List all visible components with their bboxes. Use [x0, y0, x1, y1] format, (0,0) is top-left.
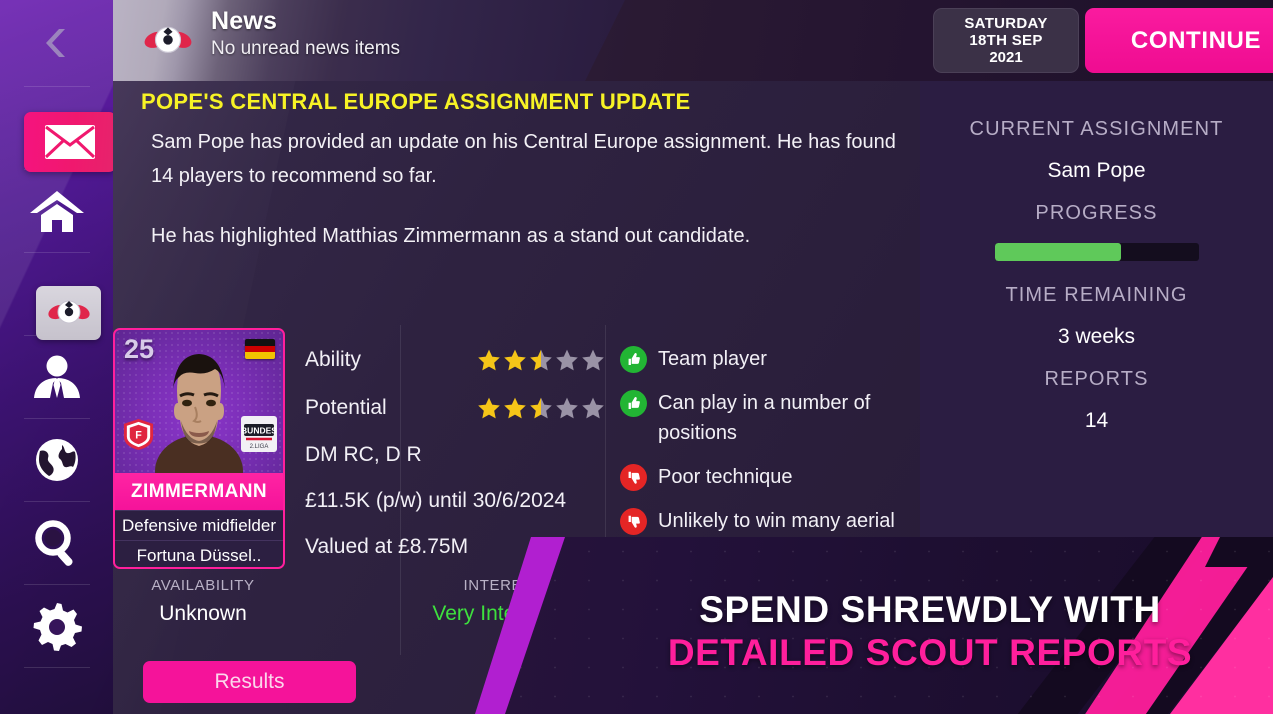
header-club-badge — [140, 13, 196, 69]
player-shirt-number: 25 — [124, 334, 155, 364]
sidebar-item-home[interactable] — [0, 170, 113, 252]
star-half-icon — [530, 397, 552, 419]
star-empty-icon — [582, 349, 604, 371]
svg-text:2.LIGA: 2.LIGA — [250, 444, 269, 450]
star-full-icon — [478, 349, 500, 371]
sidebar-item-staff[interactable] — [0, 336, 113, 418]
date-year: 2021 — [989, 48, 1023, 66]
trait-item: Poor technique — [620, 462, 920, 492]
thumbs-down-icon — [620, 508, 647, 535]
home-icon — [29, 191, 84, 232]
star-full-icon — [504, 349, 526, 371]
ability-label: Ability — [305, 348, 362, 371]
trait-label: Can play in a number of positions — [658, 392, 871, 444]
reports-label: REPORTS — [1044, 368, 1149, 390]
player-attributes: Ability Potential DM RC, D R £11.5K (p/w… — [305, 336, 605, 570]
ability-stars — [477, 348, 605, 372]
trait-item: Can play in a number of positions — [620, 388, 920, 448]
news-headline: POPE'S CENTRAL EUROPE ASSIGNMENT UPDATE — [141, 89, 691, 114]
top-bar: News No unread news items SATURDAY 18TH … — [113, 0, 1273, 81]
sidebar-item-back[interactable] — [0, 0, 113, 86]
stat-label: AVAILABILITY — [151, 577, 255, 594]
star-half-icon — [530, 349, 552, 371]
news-subtitle: No unread news items — [211, 38, 401, 59]
magnifier-icon — [34, 520, 73, 566]
bundesliga-2-logo-icon: BUNDES 2.LIGA — [241, 416, 277, 452]
thumbs-up-icon — [620, 390, 647, 417]
person-tie-icon — [33, 355, 80, 398]
player-position: Defensive midfielder — [115, 510, 283, 540]
svg-text:BUNDES: BUNDES — [242, 426, 276, 436]
star-full-icon — [504, 397, 526, 419]
sidebar-item-club[interactable] — [36, 286, 101, 340]
globe-icon — [35, 439, 78, 481]
potential-row: Potential — [305, 384, 605, 432]
news-body: Sam Pope has provided an update on his C… — [151, 125, 911, 253]
trait-label: Team player — [658, 348, 767, 370]
news-header-panel: News No unread news items — [113, 0, 625, 81]
promo-overlay: SPEND SHREWDLY WITH DETAILED SCOUT REPOR… — [470, 537, 1273, 714]
player-photo-area: 25 F BUNDES 2.LIGA — [115, 330, 283, 473]
mail-icon — [44, 125, 96, 159]
main-sidebar — [0, 0, 113, 714]
potential-stars — [477, 396, 605, 420]
player-surname: ZIMMERMANN — [115, 473, 283, 510]
stat-value: Unknown — [159, 602, 247, 625]
thumbs-down-icon — [620, 464, 647, 491]
time-remaining-label: TIME REMAINING — [1005, 284, 1188, 306]
current-assignment-label: CURRENT ASSIGNMENT — [969, 118, 1224, 140]
germany-flag-icon — [245, 339, 275, 359]
rb-leipzig-badge-icon — [144, 26, 192, 53]
player-positions: DM RC, D R — [305, 443, 422, 466]
trait-item: Team player — [620, 344, 920, 374]
date-chip[interactable]: SATURDAY 18TH SEP 2021 — [933, 8, 1079, 73]
player-contract: £11.5K (p/w) until 30/6/2024 — [305, 489, 567, 512]
chevron-left-icon — [45, 29, 65, 57]
news-paragraph: He has highlighted Matthias Zimmermann a… — [151, 225, 751, 247]
svg-text:F: F — [135, 429, 142, 441]
player-club: Fortuna Düssel.. — [115, 540, 283, 567]
progress-label: PROGRESS — [1035, 202, 1158, 224]
sidebar-item-inbox[interactable] — [24, 112, 113, 172]
app-root: News No unread news items SATURDAY 18TH … — [0, 0, 1273, 714]
ability-row: Ability — [305, 336, 605, 384]
results-button[interactable]: Results — [143, 661, 356, 703]
sidebar-item-settings[interactable] — [0, 585, 113, 667]
sidebar-item-search[interactable] — [0, 502, 113, 584]
trait-label: Poor technique — [658, 466, 793, 488]
club-badge-icon — [47, 300, 90, 324]
scout-name: Sam Pope — [1047, 159, 1146, 182]
continue-button[interactable]: CONTINUE — [1085, 8, 1273, 73]
progress-bar — [994, 243, 1199, 261]
promo-headline-1: SPEND SHREWDLY WITH — [699, 589, 1161, 630]
time-remaining-value: 3 weeks — [1057, 325, 1136, 348]
sidebar-divider — [23, 667, 90, 668]
sidebar-item-world[interactable] — [0, 419, 113, 501]
stat-availability: AVAILABILITY Unknown — [103, 575, 303, 631]
star-empty-icon — [556, 397, 578, 419]
promo-headline-2: DETAILED SCOUT REPORTS — [667, 632, 1193, 673]
star-full-icon — [478, 397, 500, 419]
star-empty-icon — [556, 349, 578, 371]
news-header-texts: News No unread news items — [211, 6, 591, 62]
progress-bar-fill — [994, 243, 1121, 261]
page-title: News — [211, 7, 278, 35]
fortuna-dusseldorf-badge-icon: F — [123, 418, 154, 451]
potential-label: Potential — [305, 396, 387, 419]
news-paragraph: Sam Pope has provided an update on his C… — [151, 131, 896, 187]
date-day-month: 18TH SEP — [969, 31, 1043, 49]
star-empty-icon — [582, 397, 604, 419]
thumbs-up-icon — [620, 346, 647, 373]
player-card[interactable]: 25 F BUNDES 2.LIGA ZIMMERMANN Defensive … — [113, 328, 285, 569]
reports-value: 14 — [1084, 409, 1109, 432]
gear-icon — [33, 603, 82, 651]
date-weekday: SATURDAY — [964, 14, 1048, 32]
player-portrait — [155, 354, 243, 473]
